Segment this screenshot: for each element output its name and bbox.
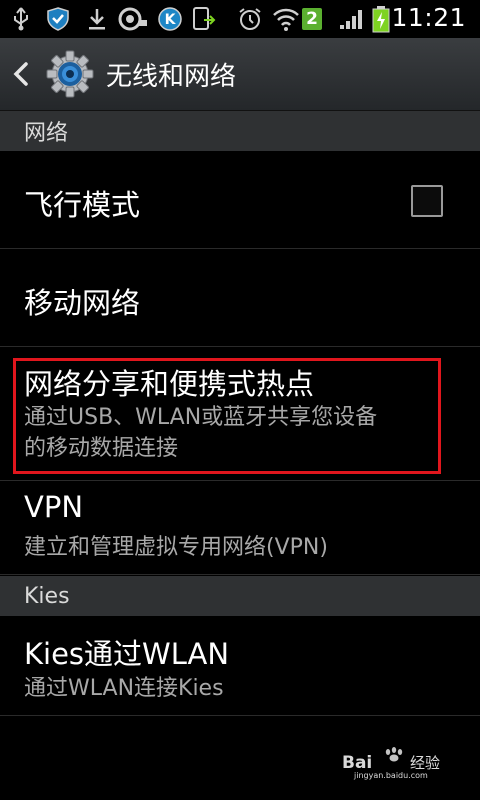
status-time: 11:21 bbox=[391, 3, 466, 32]
action-bar: 无线和网络 bbox=[0, 38, 480, 111]
k-app-icon: K bbox=[156, 5, 184, 33]
status-bar: K 2 11:21 bbox=[0, 0, 480, 38]
vpn-title: VPN bbox=[24, 490, 84, 524]
kies-wlan-item[interactable]: Kies通过WLAN 通过WLAN连接Kies bbox=[0, 617, 480, 716]
wifi-icon bbox=[270, 5, 302, 33]
battery-charging-icon bbox=[370, 5, 392, 33]
watermark-site: jingyan.baidu.com bbox=[353, 771, 428, 780]
vpn-item[interactable]: VPN 建立和管理虚拟专用网络(VPN) bbox=[0, 482, 480, 575]
alarm-icon bbox=[236, 5, 264, 33]
airplane-mode-checkbox[interactable] bbox=[411, 185, 443, 217]
settings-gear-icon[interactable] bbox=[44, 48, 96, 100]
notification-badge: 2 bbox=[302, 8, 322, 30]
shield-icon bbox=[44, 5, 72, 33]
screenshot-icon bbox=[190, 5, 218, 33]
tethering-hotspot-item[interactable]: 网络分享和便携式热点 通过USB、WLAN或蓝牙共享您设备 的移动数据连接 bbox=[0, 348, 480, 481]
airplane-mode-title: 飞行模式 bbox=[24, 188, 141, 222]
svg-text:K: K bbox=[165, 12, 177, 28]
back-arrow-icon[interactable] bbox=[10, 60, 32, 88]
mobile-networks-item[interactable]: 移动网络 bbox=[0, 250, 480, 347]
mobile-networks-title: 移动网络 bbox=[24, 286, 141, 320]
headset-icon bbox=[116, 5, 150, 33]
tethering-hotspot-title: 网络分享和便携式热点 bbox=[24, 367, 315, 401]
section-header-kies: Kies bbox=[0, 576, 480, 616]
baidu-paw-logo-icon: Bai 经验 jingyan.baidu.com bbox=[342, 747, 440, 780]
airplane-mode-item[interactable]: 飞行模式 bbox=[0, 151, 480, 249]
kies-wlan-title: Kies通过WLAN bbox=[24, 637, 230, 671]
tethering-hotspot-subtitle-line2: 的移动数据连接 bbox=[24, 436, 179, 461]
signal-icon bbox=[336, 5, 368, 33]
watermark-brand-tail: 经验 bbox=[410, 754, 440, 772]
settings-screen: K 2 11:21 无线和网络 网络 飞行模式 移动网络 网络分享和便携式热点 … bbox=[0, 0, 480, 800]
vpn-subtitle: 建立和管理虚拟专用网络(VPN) bbox=[24, 535, 328, 560]
baidu-jingyan-watermark: Bai 经验 jingyan.baidu.com bbox=[340, 744, 452, 780]
watermark-brand: Bai bbox=[342, 753, 372, 773]
section-header-network: 网络 bbox=[0, 111, 480, 151]
kies-wlan-subtitle: 通过WLAN连接Kies bbox=[24, 676, 224, 701]
page-title: 无线和网络 bbox=[106, 62, 237, 92]
tethering-hotspot-subtitle-line1: 通过USB、WLAN或蓝牙共享您设备 bbox=[24, 405, 378, 430]
usb-icon bbox=[8, 5, 34, 33]
download-icon bbox=[84, 5, 110, 33]
